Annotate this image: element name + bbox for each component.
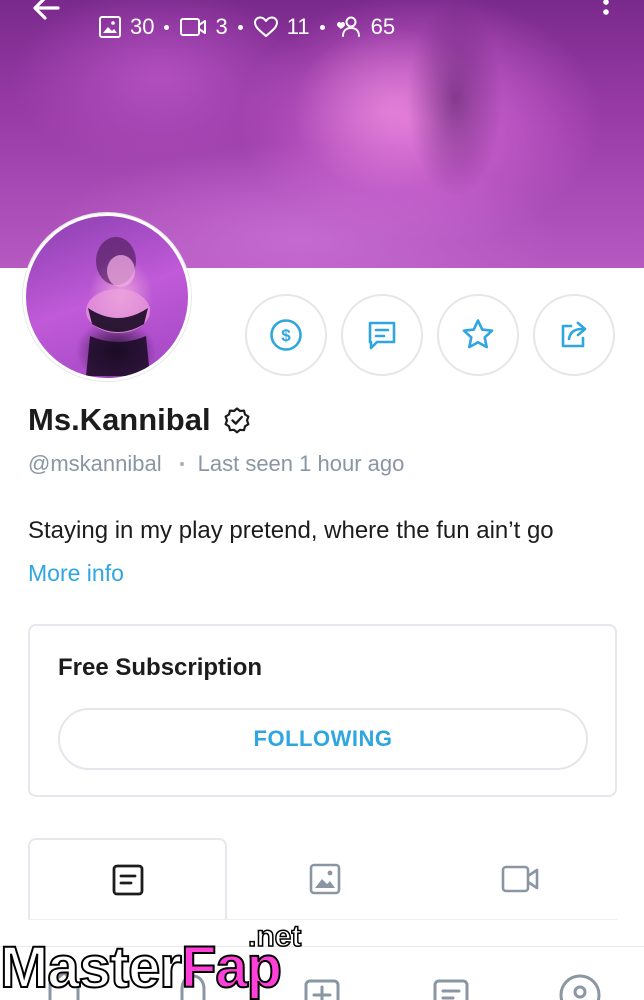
content-tabs (28, 838, 617, 920)
favorite-button[interactable] (437, 294, 519, 376)
stat-separator (237, 24, 243, 30)
profile-bio: Staying in my play pretend, where the fu… (28, 517, 554, 544)
home-icon (48, 971, 80, 1000)
profile-icon (559, 974, 601, 1000)
following-button[interactable]: FOLLOWING (58, 708, 588, 770)
tab-videos[interactable] (422, 838, 617, 919)
profile-handle: @mskannibal (28, 451, 162, 476)
verified-badge-icon (224, 407, 250, 434)
plus-square-icon (304, 979, 340, 1000)
arrow-left-icon (33, 0, 60, 20)
more-menu-button[interactable] (592, 0, 620, 32)
stat-videos: 3 (179, 14, 228, 40)
stat-likes: 11 (253, 14, 310, 40)
star-icon (462, 319, 494, 349)
dollar-circle-icon: $ (270, 319, 302, 351)
tab-posts[interactable] (28, 838, 227, 919)
video-icon (501, 865, 538, 892)
subscription-title: Free Subscription (58, 654, 263, 681)
profile-stats: 30 3 11 65 (98, 10, 395, 44)
stat-videos-count: 3 (215, 14, 228, 39)
nav-profile[interactable] (558, 967, 602, 1000)
bottom-nav (0, 946, 644, 1000)
meta-separator (179, 462, 184, 466)
profile-name-row: Ms.Kannibal (28, 402, 251, 438)
avatar-figure (86, 237, 150, 376)
share-button[interactable] (533, 294, 615, 376)
back-button[interactable] (28, 0, 68, 30)
nav-home[interactable] (42, 967, 86, 1000)
svg-text:$: $ (281, 326, 291, 345)
image-icon (309, 863, 340, 894)
subscription-card: Free Subscription FOLLOWING (28, 624, 617, 797)
profile-meta-row: @mskannibal Last seen 1 hour ago (28, 451, 404, 477)
posts-icon (112, 864, 143, 895)
nav-notifications[interactable] (171, 967, 215, 1000)
stat-photos: 30 (98, 14, 154, 40)
message-icon (368, 321, 396, 350)
tab-photos[interactable] (227, 838, 422, 919)
stat-likes-count: 11 (286, 14, 310, 39)
image-icon (99, 16, 121, 38)
stat-fans-count: 65 (370, 14, 396, 39)
fans-icon (336, 16, 360, 37)
avatar[interactable] (23, 213, 191, 381)
more-vertical-icon (603, 0, 609, 15)
stat-fans: 65 (335, 14, 395, 40)
more-info-link[interactable]: More info (28, 560, 124, 587)
top-bar: 30 3 11 65 (0, 0, 644, 54)
bell-icon (180, 974, 206, 1000)
nav-add-post[interactable] (300, 967, 344, 1000)
tip-button[interactable]: $ (245, 294, 327, 376)
last-seen: Last seen 1 hour ago (197, 451, 405, 476)
stat-separator (319, 24, 325, 30)
share-icon (561, 321, 587, 348)
message-button[interactable] (341, 294, 423, 376)
profile-actions: $ (245, 294, 615, 376)
message-icon (433, 979, 469, 1000)
nav-messages[interactable] (429, 967, 473, 1000)
video-icon (180, 18, 207, 36)
heart-icon (253, 16, 278, 37)
profile-name: Ms.Kannibal (28, 402, 211, 437)
stat-photos-count: 30 (130, 14, 155, 39)
stat-separator (164, 24, 170, 30)
